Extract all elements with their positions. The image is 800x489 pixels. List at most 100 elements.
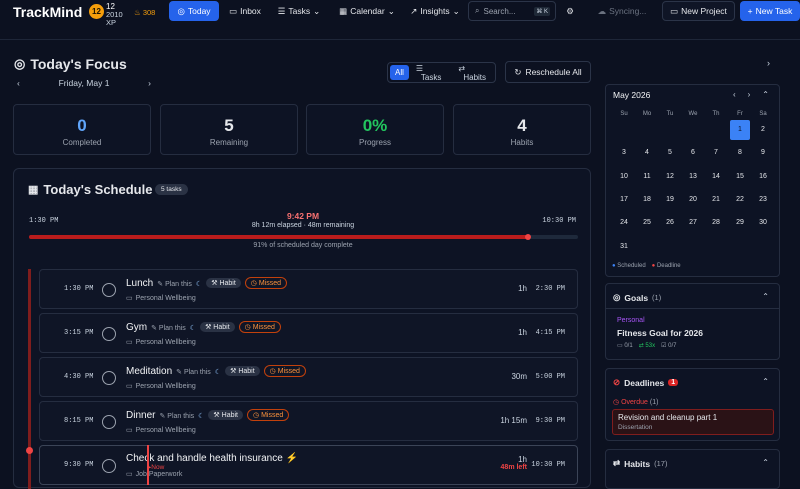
calendar-day[interactable]: 21 [706,191,726,209]
calendar-day[interactable]: 18 [637,191,657,209]
reschedule-all-button[interactable]: ↻ Reschedule All [505,61,591,83]
chevron-up-icon[interactable]: ⌃ [762,377,769,386]
calendar-day[interactable]: 20 [683,191,703,209]
task-row[interactable]: 4:30 PM Meditation ✎ Plan this ☾ ⚒ Habit ◷ M… [39,357,578,397]
task-row[interactable]: 3:15 PM Gym ✎ Plan this ☾ ⚒ Habit ◷ Missed ▭… [39,313,578,353]
deadlines-panel: ⊘ Deadlines 1 ⌃ ◷ Overdue (1) Revision and… [605,368,780,441]
chevron-left-icon[interactable]: ‹ [733,90,736,99]
habits-count: (17) [654,459,668,468]
list-icon: ☰ [277,5,286,16]
calendar-day[interactable]: 25 [637,214,657,232]
task-checkbox[interactable] [102,371,116,385]
calendar-day[interactable]: 12 [660,168,680,186]
target-icon: ◎ [177,5,185,16]
missed-tag: ◷ Missed [238,321,281,333]
plan-this-link[interactable]: ✎ Plan this [151,325,186,332]
plan-this-link[interactable]: ✎ Plan this [159,413,194,420]
category-label: Job Paperwork [135,470,183,478]
habits-header[interactable]: ⇄ Habits (17) [613,458,667,469]
deadlines-header[interactable]: ⊘ Deadlines 1 [613,377,679,388]
calendar-day[interactable]: 16 [753,168,773,186]
calendar-day[interactable]: 13 [683,168,703,186]
calendar-day[interactable]: 10 [614,168,634,186]
stat-progress: 0% Progress [306,104,444,155]
plan-this-link[interactable]: ✎ Plan this [176,369,211,376]
goal-streak-metric: ⇄ 53x [638,343,656,349]
calendar-day[interactable]: 14 [706,168,726,186]
moon-icon: ☾ [198,413,205,420]
calendar-icon: ▦ [339,5,348,16]
calendar-day[interactable]: 31 [614,238,634,256]
filter-tasks[interactable]: ☰ Tasks [411,61,451,85]
calendar-day[interactable]: 8 [730,144,750,162]
nav-calendar-button[interactable]: ▦ Calendar ⌄ [333,1,401,21]
settings-button[interactable]: ⚙ [561,1,579,21]
task-checkbox[interactable] [102,327,116,341]
missed-label: Missed [261,412,284,419]
goal-name[interactable]: Fitness Goal for 2026 [617,328,703,338]
chevron-left-icon[interactable]: ‹ [17,78,20,88]
calendar-day[interactable]: 22 [730,191,750,209]
goals-header[interactable]: ◎ Goals (1) [613,292,661,303]
task-checkbox[interactable] [102,459,116,473]
calendar-day[interactable]: 2 [753,121,773,139]
calendar-day[interactable]: 26 [660,214,680,232]
calendar-day[interactable]: 24 [614,214,634,232]
chevron-down-icon: ⌄ [452,5,460,16]
calendar-day[interactable]: 17 [614,191,634,209]
chevron-right-icon[interactable]: › [748,90,751,99]
app-logo[interactable]: TrackMind [13,4,82,20]
nav-today-button[interactable]: ◎ Today [169,1,219,21]
habits-panel: ⇄ Habits (17) ⌃ [605,449,780,489]
new-project-button[interactable]: ▭ New Project [662,1,735,21]
lightning-icon: ⚡ [285,453,299,464]
new-task-label: New Task [755,6,793,16]
calendar-day[interactable]: 11 [637,168,657,186]
habit-label: Habit [238,368,255,375]
task-row[interactable]: 8:15 PM Dinner ✎ Plan this ☾ ⚒ Habit ◷ Misse… [39,401,578,441]
chevron-up-icon[interactable]: ⌃ [762,458,769,467]
calendar-day[interactable]: 3 [614,144,634,162]
calendar-day[interactable]: 6 [683,144,703,162]
task-checkbox[interactable] [102,415,116,429]
search-input[interactable]: ⌕ Search... ⌘ K [468,1,556,21]
task-end-time: 5:00 PM [535,373,565,381]
chevron-up-icon[interactable]: ⌃ [762,292,769,301]
refresh-icon: ↻ [514,66,522,77]
calendar-day[interactable]: 19 [660,191,680,209]
calendar-day[interactable]: 30 [753,214,773,232]
current-date: Friday, May 1 [58,78,110,88]
deadline-item[interactable]: Revision and cleanup part 1 Dissertation [612,409,774,435]
plan-this-link[interactable]: ✎ Plan this [157,281,192,288]
calendar-day[interactable]: 7 [706,144,726,162]
calendar-day[interactable]: 5 [660,144,680,162]
task-row[interactable]: 1:30 PM Lunch ✎ Plan this ☾ ⚒ Habit ◷ Missed… [39,269,578,309]
new-project-label: New Project [681,6,727,16]
calendar-day[interactable]: 15 [730,168,750,186]
day-progress-bar [29,234,578,240]
repeat-icon: ⇄ [613,458,621,468]
filter-habits[interactable]: ⇄ Habits [453,61,496,85]
calendar-day[interactable]: 27 [683,214,703,232]
new-task-button[interactable]: + New Task [740,1,800,21]
calendar-day[interactable]: 28 [706,214,726,232]
calendar-day[interactable]: 29 [730,214,750,232]
nav-inbox-button[interactable]: ▭ Inbox [224,1,266,21]
calendar-day[interactable]: 1 [730,120,750,140]
task-checkbox[interactable] [102,283,116,297]
calendar-day[interactable]: 4 [637,144,657,162]
deadlines-count: 1 [668,379,679,386]
date-navigator: ‹ Friday, May 1 › [17,78,151,88]
calendar-month: May 2026 [613,90,651,100]
calendar-day[interactable]: 23 [753,191,773,209]
task-row-current[interactable]: 9:30 PM Check and handle health insuranc… [39,445,578,485]
filter-all[interactable]: All [390,65,409,80]
collapse-sidebar-icon[interactable]: › [767,58,770,68]
nav-tasks-button[interactable]: ☰ Tasks ⌄ [273,1,325,21]
calendar-day[interactable]: 9 [753,144,773,162]
goal-tasks-metric: ▭ 0/1 [617,343,633,349]
chevron-right-icon[interactable]: › [148,78,151,88]
task-title: Meditation [126,366,173,377]
nav-insights-button[interactable]: ↗ Insights ⌄ [405,1,465,21]
chevron-up-icon[interactable]: ⌃ [762,90,769,99]
